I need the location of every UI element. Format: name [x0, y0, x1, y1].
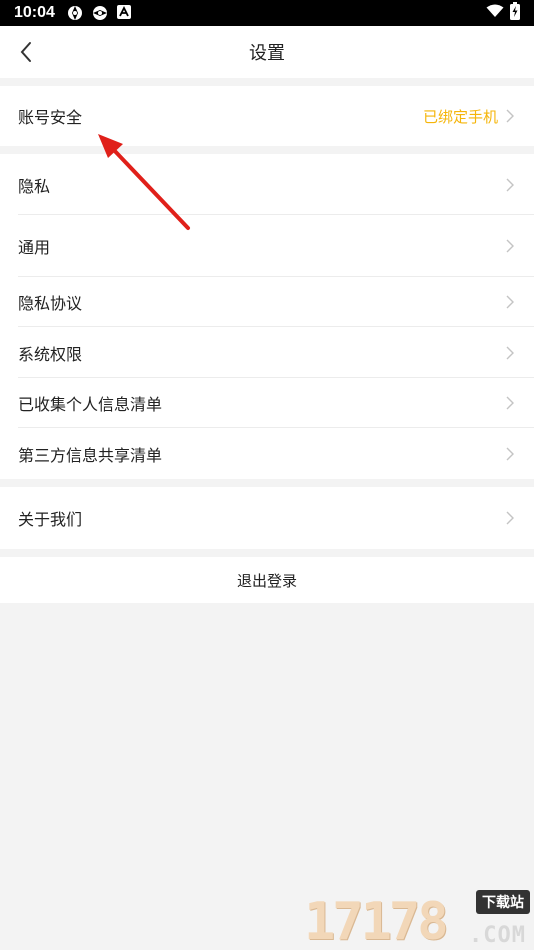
chevron-right-icon — [506, 396, 516, 410]
settings-item-label: 通用 — [18, 238, 51, 257]
navigation-bar: 设置 — [0, 26, 534, 78]
watermark-tag: 下载站 — [476, 890, 530, 914]
settings-item-third-party-sharing-list[interactable]: 第三方信息共享清单 — [0, 428, 534, 479]
settings-item-privacy[interactable]: 隐私 — [0, 154, 534, 215]
aperture-icon — [67, 5, 83, 21]
phone-bound-status: 已绑定手机 — [422, 107, 498, 126]
chevron-left-icon — [20, 42, 31, 62]
settings-group-about: 关于我们 — [0, 487, 534, 549]
chevron-right-icon — [506, 109, 516, 123]
settings-item-privacy-policy[interactable]: 隐私协议 — [0, 277, 534, 327]
chevron-right-icon — [506, 511, 516, 525]
watermark-logo: 17178 下载站 .COM — [304, 890, 530, 948]
watermark-suffix: .COM — [469, 923, 526, 948]
status-bar: 10:04 — [0, 0, 534, 26]
back-button[interactable] — [12, 38, 40, 66]
settings-item-label: 已收集个人信息清单 — [18, 395, 163, 414]
settings-item-system-permissions[interactable]: 系统权限 — [0, 327, 534, 378]
settings-item-account-security[interactable]: 账号安全 已绑定手机 — [0, 86, 534, 146]
chevron-right-icon — [506, 295, 516, 309]
status-time: 10:04 — [14, 4, 55, 21]
watermark-digits: 17178 — [304, 892, 449, 950]
chevron-right-icon — [506, 178, 516, 192]
settings-item-label: 隐私 — [18, 176, 51, 196]
logout-button[interactable]: 退出登录 — [0, 557, 534, 603]
settings-item-label: 关于我们 — [18, 510, 83, 529]
settings-item-label: 第三方信息共享清单 — [18, 445, 163, 465]
status-right — [486, 1, 520, 25]
settings-item-label: 账号安全 — [18, 108, 83, 127]
settings-group-general: 隐私 通用 隐私协议 系统权限 已收集个人信息清单 第三方信息共享清单 — [0, 154, 534, 479]
chevron-right-icon — [506, 447, 516, 461]
page-title: 设置 — [249, 43, 285, 64]
a-badge-icon — [116, 5, 133, 21]
settings-group-account: 账号安全 已绑定手机 — [0, 86, 534, 146]
chevron-right-icon — [506, 346, 516, 360]
settings-item-label: 隐私协议 — [18, 294, 83, 313]
settings-item-label: 系统权限 — [18, 344, 83, 364]
wifi-icon — [486, 4, 504, 23]
chevron-right-icon — [506, 239, 516, 253]
settings-item-collected-info-list[interactable]: 已收集个人信息清单 — [0, 378, 534, 428]
settings-item-about-us[interactable]: 关于我们 — [0, 487, 534, 549]
aperture-icon — [92, 5, 108, 21]
battery-charging-icon — [510, 1, 520, 25]
settings-item-general[interactable]: 通用 — [0, 215, 534, 277]
